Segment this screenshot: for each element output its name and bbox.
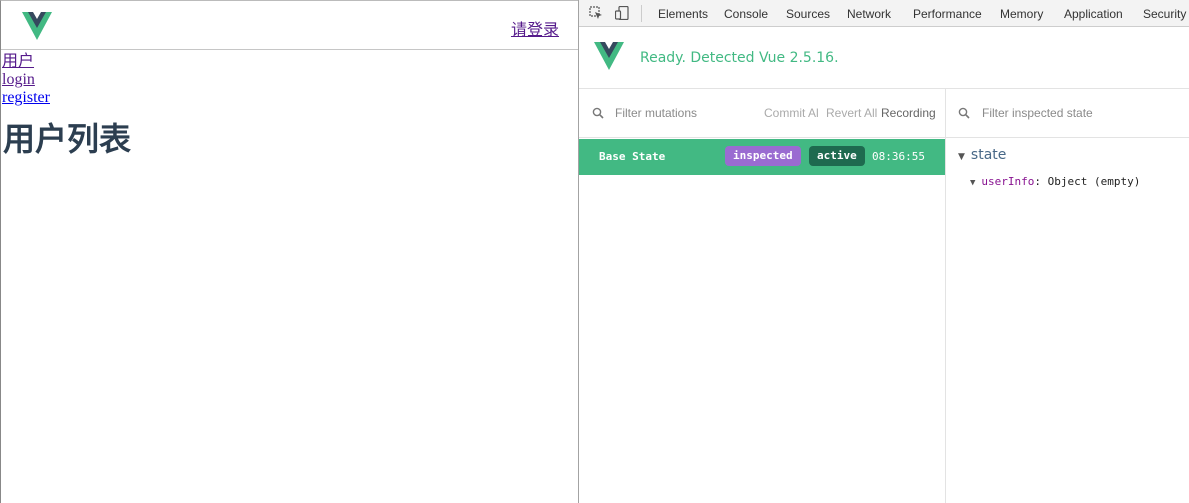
property-value: Object (empty) (1047, 175, 1141, 188)
vue-logo-icon (594, 42, 624, 70)
property-colon: : (1034, 175, 1048, 188)
app-nav: 用户 login register (2, 53, 50, 107)
state-property-row[interactable]: ▼ userInfo: Object (empty) (970, 175, 1140, 188)
app-header: 请登录 (1, 1, 578, 50)
app-pane: 请登录 用户 login register 用户列表 (0, 0, 578, 503)
state-toolbar: Filter inspected state (945, 89, 1189, 138)
property-key: userInfo (981, 175, 1035, 188)
page-title: 用户列表 (3, 120, 132, 158)
vue-status-text: Ready. Detected Vue 2.5.16. (640, 50, 839, 66)
mutations-toolbar: Filter mutations Commit Al Revert All Re… (579, 89, 945, 138)
tab-application[interactable]: Application (1064, 7, 1123, 21)
mutation-time: 08:36:55 (872, 150, 925, 163)
vue-devtools-header: Ready. Detected Vue 2.5.16. (579, 27, 1189, 89)
filter-mutations-input[interactable]: Filter mutations (615, 106, 697, 120)
search-icon (958, 107, 970, 119)
tab-sources[interactable]: Sources (786, 7, 830, 21)
tab-elements[interactable]: Elements (658, 7, 708, 21)
pane-divider[interactable] (945, 138, 946, 503)
devtools-pane: Elements Console Sources Network Perform… (578, 0, 1189, 503)
tab-network[interactable]: Network (847, 7, 891, 21)
search-icon (592, 107, 604, 119)
commit-all-button[interactable]: Commit Al (764, 106, 819, 120)
mutation-row-base-state[interactable]: Base State inspected active 08:36:55 (579, 139, 945, 175)
vue-logo-icon (22, 12, 52, 40)
expand-triangle-icon[interactable]: ▼ (958, 152, 965, 162)
inspected-badge: inspected (725, 146, 801, 166)
toolbar-separator (641, 5, 642, 22)
tab-memory[interactable]: Memory (1000, 7, 1043, 21)
filter-state-input[interactable]: Filter inspected state (982, 106, 1093, 120)
device-toolbar-icon[interactable] (615, 6, 629, 20)
mutation-label: Base State (599, 150, 666, 163)
active-badge: active (809, 146, 865, 166)
nav-link-login[interactable]: login (2, 71, 50, 89)
login-link[interactable]: 请登录 (511, 16, 559, 40)
revert-all-button[interactable]: Revert All (826, 106, 877, 120)
inspect-element-icon[interactable] (589, 6, 603, 20)
expand-triangle-icon[interactable]: ▼ (970, 178, 975, 188)
nav-link-register[interactable]: register (2, 89, 50, 107)
devtools-tab-bar: Elements Console Sources Network Perform… (579, 0, 1189, 27)
state-root-label: state (970, 147, 1007, 163)
tab-performance[interactable]: Performance (913, 7, 982, 21)
tab-console[interactable]: Console (724, 7, 768, 21)
tab-security[interactable]: Security (1143, 7, 1186, 21)
recording-toggle[interactable]: Recording (881, 106, 936, 120)
state-root-row[interactable]: ▼ state (958, 147, 1006, 163)
nav-link-users[interactable]: 用户 (2, 53, 50, 71)
